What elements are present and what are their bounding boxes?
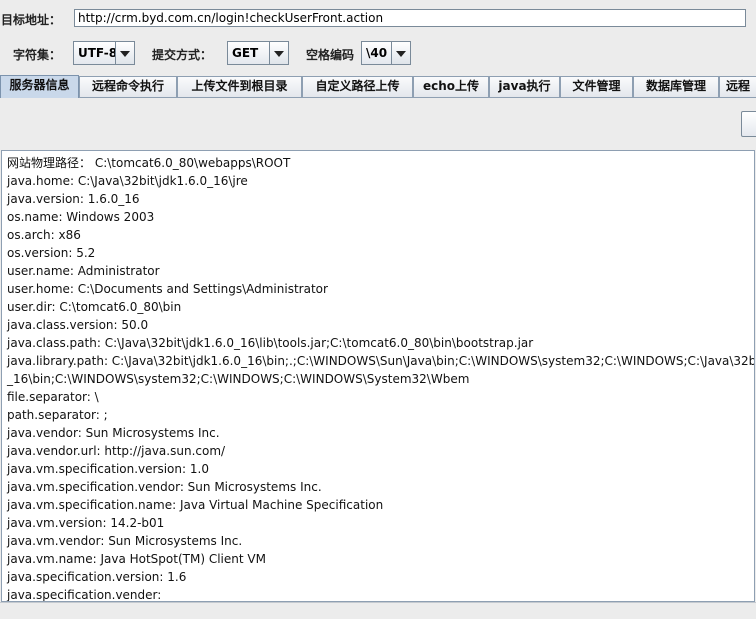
- tab-database-manager[interactable]: 数据库管理: [633, 76, 719, 97]
- url-label: 目标地址：: [1, 13, 62, 27]
- tab-echo-upload[interactable]: echo上传: [413, 76, 489, 97]
- output-line: java.vm.specification.name: Java Virtual…: [7, 498, 384, 512]
- output-line: java.vm.vendor: Sun Microsystems Inc.: [7, 534, 243, 548]
- charset-select[interactable]: UTF-8: [73, 41, 135, 65]
- output-line: file.separator: \: [7, 390, 99, 404]
- tab-remote-truncated[interactable]: 远程: [719, 76, 756, 97]
- output-area[interactable]: 网站物理路径： C:\tomcat6.0_80\webapps\ROOTjava…: [1, 150, 755, 602]
- status-bar: [0, 602, 756, 619]
- chevron-down-icon[interactable]: [269, 42, 288, 64]
- chevron-down-icon[interactable]: [391, 42, 410, 64]
- method-label: 提交方式：: [152, 48, 213, 62]
- url-input[interactable]: [74, 9, 746, 27]
- space-encoding-select[interactable]: \40: [361, 41, 411, 65]
- output-line: os.version: 5.2: [7, 246, 96, 260]
- output-line: java.class.path: C:\Java\32bit\jdk1.6.0_…: [7, 336, 534, 350]
- tab-upload-root[interactable]: 上传文件到根目录: [177, 76, 302, 97]
- output-line: java.specification.vender:: [7, 588, 162, 602]
- output-line: user.home: C:\Documents and Settings\Adm…: [7, 282, 328, 296]
- output-line: path.separator: ;: [7, 408, 108, 422]
- output-line: java.vm.specification.vendor: Sun Micros…: [7, 480, 322, 494]
- charset-value: UTF-8: [78, 46, 118, 60]
- output-line: java.specification.version: 1.6: [7, 570, 187, 584]
- output-line: _16\bin;C:\WINDOWS\system32;C:\WINDOWS;C…: [7, 372, 470, 386]
- output-line: java.class.version: 50.0: [7, 318, 149, 332]
- output-line: java.vm.name: Java HotSpot(TM) Client VM: [7, 552, 266, 566]
- tab-java-exec[interactable]: java执行: [489, 76, 560, 97]
- charset-label: 字符集：: [13, 48, 62, 62]
- panel-toolbar: [0, 98, 756, 150]
- tab-custom-path-upload[interactable]: 自定义路径上传: [302, 76, 413, 97]
- output-line: java.version: 1.6.0_16: [7, 192, 140, 206]
- output-line: java.vm.specification.version: 1.0: [7, 462, 209, 476]
- output-line: java.vm.version: 14.2-b01: [7, 516, 165, 530]
- action-button[interactable]: [741, 111, 756, 137]
- space-encoding-label: 空格编码: [306, 48, 355, 62]
- output-line: java.vendor.url: http://java.sun.com/: [7, 444, 226, 458]
- space-encoding-value: \40: [366, 46, 388, 60]
- tab-remote-command[interactable]: 远程命令执行: [79, 76, 177, 97]
- tab-server-info[interactable]: 服务器信息: [0, 75, 79, 98]
- method-value: GET: [232, 46, 259, 60]
- output-line: 网站物理路径： C:\tomcat6.0_80\webapps\ROOT: [7, 156, 291, 170]
- output-line: user.name: Administrator: [7, 264, 160, 278]
- output-line: os.arch: x86: [7, 228, 81, 242]
- output-line: java.home: C:\Java\32bit\jdk1.6.0_16\jre: [7, 174, 248, 188]
- tab-bar: 服务器信息 远程命令执行 上传文件到根目录 自定义路径上传 echo上传 jav…: [0, 75, 756, 98]
- output-line: user.dir: C:\tomcat6.0_80\bin: [7, 300, 182, 314]
- output-line: java.vendor: Sun Microsystems Inc.: [7, 426, 220, 440]
- url-row: 目标地址：: [0, 0, 756, 38]
- chevron-down-icon[interactable]: [115, 42, 134, 64]
- output-line: java.library.path: C:\Java\32bit\jdk1.6.…: [7, 354, 755, 368]
- tab-file-manager[interactable]: 文件管理: [560, 76, 633, 97]
- output-line: os.name: Windows 2003: [7, 210, 155, 224]
- method-select[interactable]: GET: [227, 41, 289, 65]
